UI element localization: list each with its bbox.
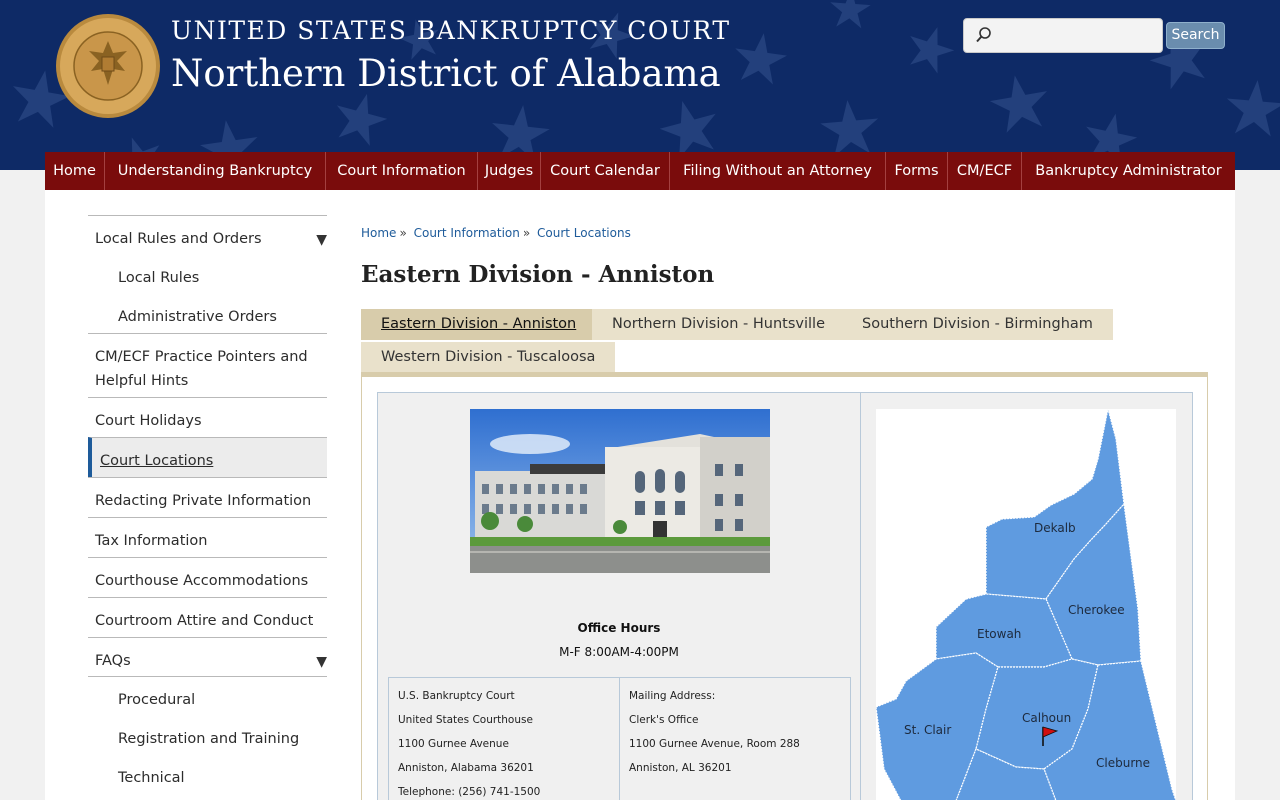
address-line: Anniston, Alabama 36201 bbox=[398, 762, 534, 774]
sidebar-item-registration-and-training[interactable]: Registration and Training bbox=[88, 716, 327, 755]
sidebar-item-courthouse-accommodations[interactable]: Courthouse Accommodations bbox=[88, 557, 327, 597]
map-label-etowah: Etowah bbox=[977, 627, 1021, 641]
office-hours-value: M-F 8:00AM-4:00PM bbox=[559, 645, 679, 659]
address-line: Mailing Address: bbox=[629, 690, 716, 702]
location-table: Office Hours M-F 8:00AM-4:00PM U.S. Bank… bbox=[377, 392, 1193, 800]
column-divider bbox=[860, 393, 861, 800]
nav-forms[interactable]: Forms bbox=[886, 152, 948, 190]
breadcrumb: Home» Court Information» Court Locations bbox=[361, 226, 631, 240]
map-label-dekalb: Dekalb bbox=[1034, 521, 1076, 535]
map-label-cherokee: Cherokee bbox=[1068, 603, 1125, 617]
courthouse-photo bbox=[470, 409, 770, 573]
expand-arrow-icon[interactable]: ▼ bbox=[316, 650, 327, 674]
address-line: U.S. Bankruptcy Court bbox=[398, 690, 515, 702]
office-hours-title: Office Hours bbox=[577, 621, 661, 635]
sidebar-item-courtroom-attire[interactable]: Courtroom Attire and Conduct bbox=[88, 597, 327, 637]
nav-court-calendar[interactable]: Court Calendar bbox=[541, 152, 670, 190]
tab-western-division[interactable]: Western Division - Tuscaloosa bbox=[361, 342, 616, 373]
sidebar-item-administrative-orders[interactable]: Administrative Orders bbox=[88, 294, 327, 333]
court-name-line1: UNITED STATES BANKRUPTCY COURT bbox=[171, 16, 731, 45]
physical-address: U.S. Bankruptcy Court United States Cour… bbox=[389, 678, 620, 800]
sidebar-item-technical[interactable]: Technical bbox=[88, 755, 327, 794]
address-line: 1100 Gurnee Avenue, Room 288 bbox=[629, 738, 800, 750]
sidebar-item-redacting-private-information[interactable]: Redacting Private Information bbox=[88, 477, 327, 517]
search-button[interactable]: Search bbox=[1166, 22, 1225, 49]
court-name-line2[interactable]: Northern District of Alabama bbox=[171, 52, 721, 95]
sidebar-menu: Local Rules and Orders ▼ Local Rules Adm… bbox=[88, 215, 327, 794]
nav-home[interactable]: Home bbox=[45, 152, 105, 190]
nav-understanding-bankruptcy[interactable]: Understanding Bankruptcy bbox=[105, 152, 326, 190]
map-label-cleburne: Cleburne bbox=[1096, 756, 1150, 770]
breadcrumb-court-locations[interactable]: Court Locations bbox=[537, 226, 631, 240]
nav-bankruptcy-administrator[interactable]: Bankruptcy Administrator bbox=[1022, 152, 1235, 190]
nav-judges[interactable]: Judges bbox=[478, 152, 541, 190]
main-nav: Home Understanding Bankruptcy Court Info… bbox=[45, 152, 1235, 190]
search-input[interactable] bbox=[1000, 25, 1155, 47]
sidebar-item-cmecf-practice-pointers[interactable]: CM/ECF Practice Pointers and Helpful Hin… bbox=[88, 333, 327, 397]
nav-filing-without-attorney[interactable]: Filing Without an Attorney bbox=[670, 152, 886, 190]
nav-court-information[interactable]: Court Information bbox=[326, 152, 478, 190]
tab-northern-division[interactable]: Northern Division - Huntsville bbox=[592, 309, 845, 340]
county-map: Dekalb Cherokee Etowah St. Clair Calhoun… bbox=[876, 409, 1176, 800]
address-table: U.S. Bankruptcy Court United States Cour… bbox=[388, 677, 851, 800]
sidebar-item-court-holidays[interactable]: Court Holidays bbox=[88, 397, 327, 437]
sidebar-item-local-rules[interactable]: Local Rules bbox=[88, 255, 327, 294]
address-line: Anniston, AL 36201 bbox=[629, 762, 732, 774]
address-line: Clerk's Office bbox=[629, 714, 699, 726]
page-title: Eastern Division - Anniston bbox=[361, 261, 715, 288]
nav-cm-ecf[interactable]: CM/ECF bbox=[948, 152, 1022, 190]
tab-panel: Office Hours M-F 8:00AM-4:00PM U.S. Bank… bbox=[361, 377, 1208, 800]
map-label-st-clair: St. Clair bbox=[904, 723, 951, 737]
sidebar-item-local-rules-and-orders[interactable]: Local Rules and Orders ▼ bbox=[88, 215, 327, 255]
mailing-address: Mailing Address: Clerk's Office 1100 Gur… bbox=[620, 678, 851, 800]
sidebar-item-tax-information[interactable]: Tax Information bbox=[88, 517, 327, 557]
telephone-line: Telephone: (256) 741-1500 bbox=[398, 786, 541, 798]
breadcrumb-court-information[interactable]: Court Information bbox=[414, 226, 520, 240]
address-line: 1100 Gurnee Avenue bbox=[398, 738, 509, 750]
sidebar-item-faqs[interactable]: FAQs ▼ bbox=[88, 637, 327, 677]
tab-southern-division[interactable]: Southern Division - Birmingham bbox=[842, 309, 1113, 340]
court-seal-logo[interactable] bbox=[55, 13, 161, 119]
map-label-calhoun: Calhoun bbox=[1022, 711, 1071, 725]
breadcrumb-home[interactable]: Home bbox=[361, 226, 396, 240]
site-header: UNITED STATES BANKRUPTCY COURT Northern … bbox=[0, 0, 1280, 170]
tab-eastern-division[interactable]: Eastern Division - Anniston bbox=[361, 309, 597, 340]
main-content: Local Rules and Orders ▼ Local Rules Adm… bbox=[45, 190, 1235, 800]
expand-arrow-icon[interactable]: ▼ bbox=[316, 228, 327, 252]
search-icon bbox=[976, 27, 991, 43]
sidebar-item-court-locations[interactable]: Court Locations bbox=[88, 437, 327, 477]
sidebar-item-procedural[interactable]: Procedural bbox=[88, 677, 327, 716]
address-line: United States Courthouse bbox=[398, 714, 533, 726]
search-field-wrapper[interactable] bbox=[963, 18, 1163, 53]
